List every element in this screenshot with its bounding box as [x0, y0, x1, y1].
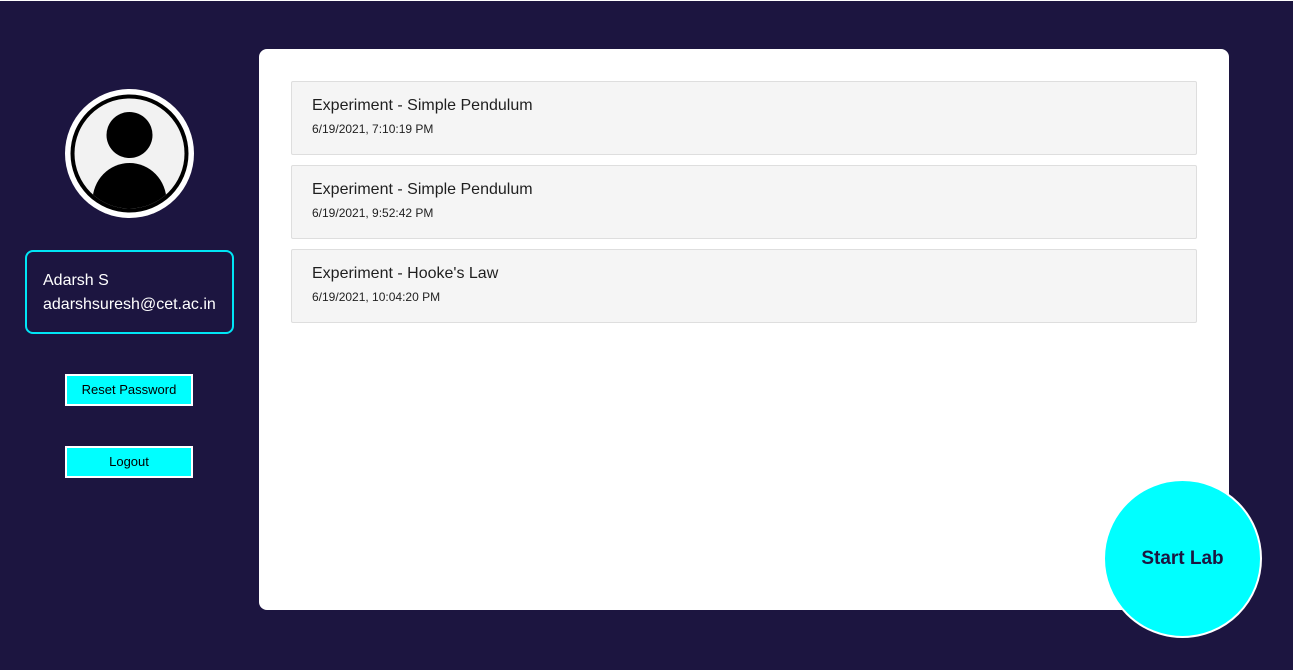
experiment-title: Experiment - Hooke's Law: [312, 265, 499, 282]
user-icon: [65, 89, 194, 218]
logout-button[interactable]: Logout: [65, 446, 193, 478]
experiment-list-item[interactable]: Experiment - Hooke's Law 6/19/2021, 10:0…: [291, 249, 1197, 323]
experiment-title: Experiment - Simple Pendulum: [312, 181, 533, 198]
start-lab-button[interactable]: Start Lab: [1103, 479, 1262, 638]
experiment-list: Experiment - Simple Pendulum 6/19/2021, …: [291, 81, 1197, 333]
user-info-card: Adarsh S adarshsuresh@cet.ac.in: [25, 250, 234, 334]
sidebar: Adarsh S adarshsuresh@cet.ac.in Reset Pa…: [0, 0, 259, 670]
experiments-panel: Experiment - Simple Pendulum 6/19/2021, …: [259, 49, 1229, 610]
reset-password-button[interactable]: Reset Password: [65, 374, 193, 406]
experiment-timestamp: 6/19/2021, 10:04:20 PM: [312, 290, 441, 304]
experiment-timestamp: 6/19/2021, 7:10:19 PM: [312, 122, 434, 136]
experiment-list-item[interactable]: Experiment - Simple Pendulum 6/19/2021, …: [291, 81, 1197, 155]
user-email: adarshsuresh@cet.ac.in: [43, 296, 216, 313]
user-name: Adarsh S: [43, 272, 109, 289]
experiment-list-item[interactable]: Experiment - Simple Pendulum 6/19/2021, …: [291, 165, 1197, 239]
experiment-timestamp: 6/19/2021, 9:52:42 PM: [312, 206, 434, 220]
experiment-title: Experiment - Simple Pendulum: [312, 97, 533, 114]
